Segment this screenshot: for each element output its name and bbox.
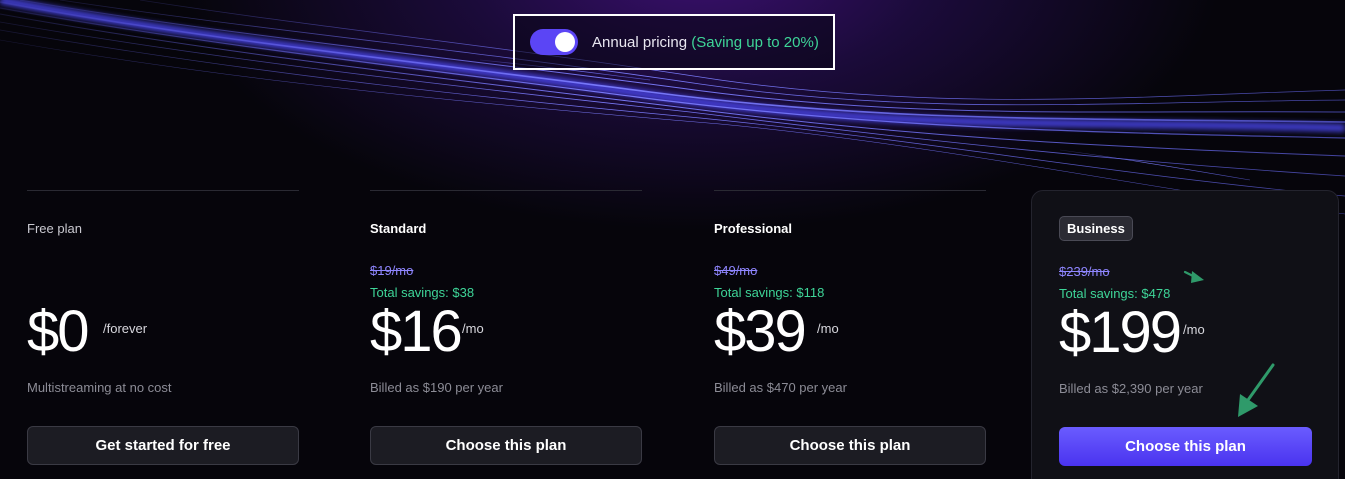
divider [370, 190, 642, 191]
business-card-content: Business $239/mo Total savings: $478 $19… [1059, 191, 1313, 479]
total-savings: Total savings: $38 [370, 285, 475, 300]
plan-card-standard: Standard $19/mo Total savings: $38 $16 /… [370, 190, 642, 479]
total-savings: Total savings: $478 [1059, 286, 1171, 301]
plan-badge: Business [1059, 216, 1133, 241]
original-price: $49/mo [714, 263, 758, 278]
plan-card-professional: Professional $49/mo Total savings: $118 … [714, 190, 986, 479]
choose-plan-button-standard[interactable]: Choose this plan [370, 426, 642, 465]
plan-description: Billed as $190 per year [370, 380, 503, 395]
plan-price: $0 [27, 299, 89, 364]
annual-pricing-label: Annual pricing [592, 33, 688, 51]
plan-description: Multistreaming at no cost [27, 380, 172, 395]
plan-name: Professional [714, 221, 793, 236]
plan-period: /mo [462, 321, 484, 336]
original-price: $19/mo [370, 263, 414, 278]
divider [714, 190, 986, 191]
pricing-page: Annual pricing (Saving up to 20%) Free p… [0, 0, 1345, 479]
plan-period: /forever [103, 321, 148, 336]
plan-period: /mo [1183, 322, 1205, 337]
plan-name: Standard [370, 221, 427, 236]
plan-price: $199 [1059, 300, 1182, 365]
plan-price: $16 [370, 299, 463, 364]
annual-pricing-toggle[interactable] [530, 29, 578, 55]
plan-card-free: Free plan $0 /forever Multistreaming at … [27, 190, 299, 479]
plan-description: Billed as $470 per year [714, 380, 847, 395]
toggle-knob [555, 32, 575, 52]
total-savings: Total savings: $118 [714, 285, 825, 300]
choose-plan-button-business[interactable]: Choose this plan [1059, 427, 1312, 466]
annual-pricing-toggle-box: Annual pricing (Saving up to 20%) [513, 14, 835, 70]
saving-label: (Saving up to 20%) [691, 33, 819, 51]
plan-period: /mo [817, 321, 839, 336]
plan-name: Free plan [27, 221, 82, 236]
plan-price: $39 [714, 299, 807, 364]
original-price: $239/mo [1059, 264, 1110, 279]
plan-card-business: Business $239/mo Total savings: $478 $19… [1031, 190, 1339, 479]
toggle-label: Annual pricing (Saving up to 20%) [592, 34, 819, 51]
divider [27, 190, 299, 191]
choose-plan-button-professional[interactable]: Choose this plan [714, 426, 986, 465]
get-started-button[interactable]: Get started for free [27, 426, 299, 465]
plan-description: Billed as $2,390 per year [1059, 381, 1203, 396]
